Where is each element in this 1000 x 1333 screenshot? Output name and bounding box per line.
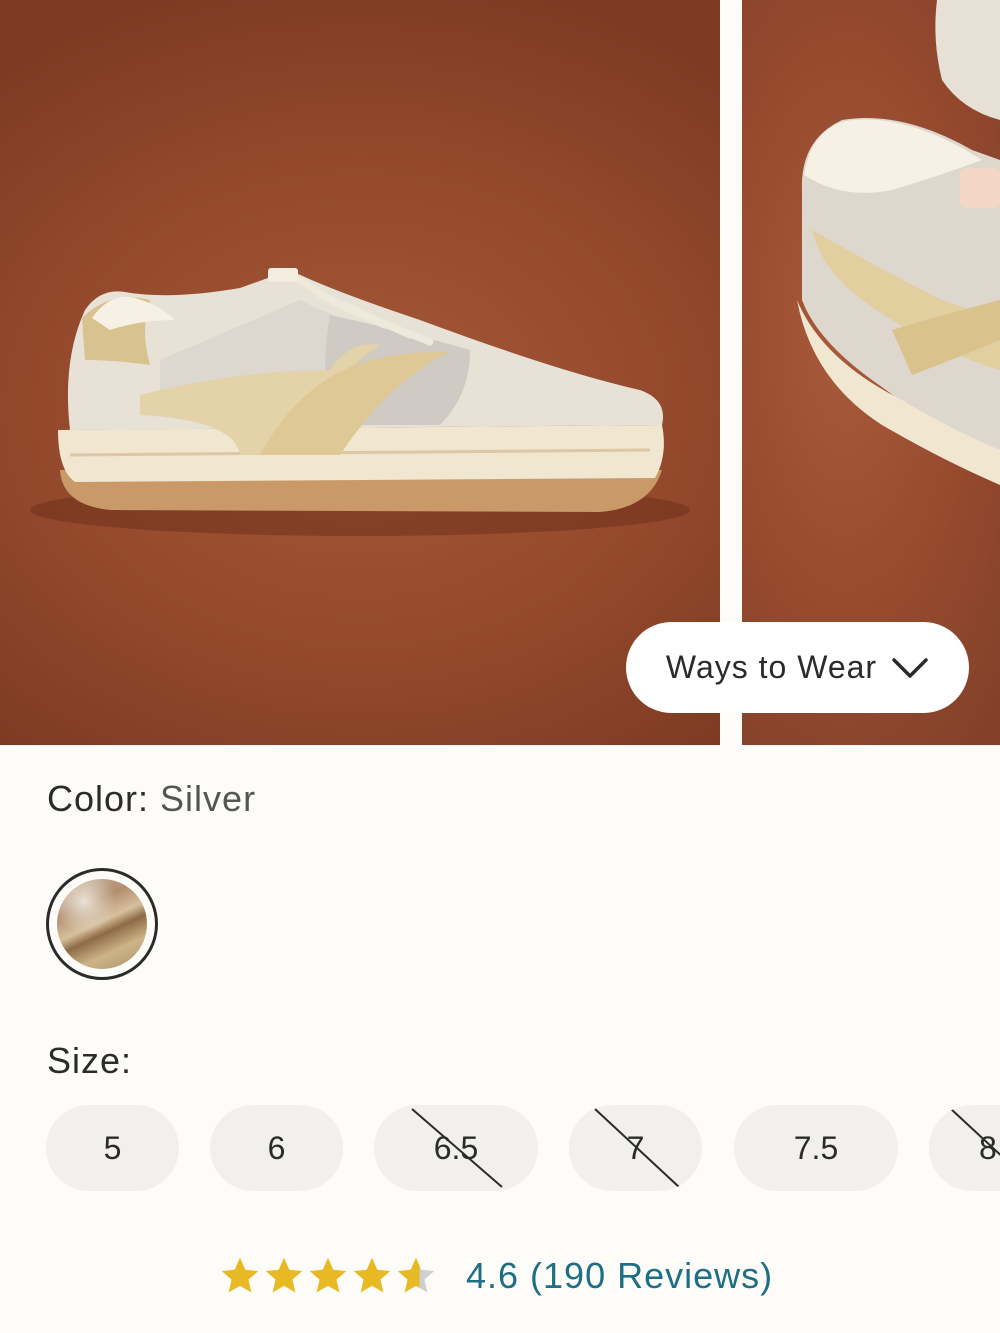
rating-reviews-link[interactable]: 4.6 (190 Reviews) — [466, 1255, 773, 1297]
unavailable-strike-icon — [594, 1108, 680, 1188]
size-option-label: 7.5 — [793, 1129, 839, 1166]
color-value: Silver — [160, 778, 257, 819]
ways-to-wear-button[interactable]: Ways to Wear — [626, 622, 969, 713]
product-image-side-view[interactable] — [0, 0, 720, 745]
size-option-7-5[interactable]: 7.5 — [734, 1105, 898, 1191]
size-option-5[interactable]: 5 — [46, 1105, 179, 1191]
color-label: Color: — [47, 778, 150, 819]
star-full-icon — [221, 1257, 259, 1293]
size-option-label: 5 — [103, 1129, 122, 1166]
size-option-7-unavailable[interactable]: 7 — [569, 1105, 702, 1191]
star-full-icon — [265, 1257, 303, 1293]
size-option-6-5-unavailable[interactable]: 6.5 — [374, 1105, 538, 1191]
size-option-8-unavailable[interactable]: 8 — [929, 1105, 1000, 1191]
star-full-icon — [353, 1257, 391, 1293]
size-option-label: 6 — [267, 1129, 286, 1166]
star-full-icon — [309, 1257, 347, 1293]
size-label: Size: — [47, 1040, 133, 1081]
sneaker-illustration — [30, 268, 690, 536]
chevron-down-icon — [892, 657, 928, 678]
product-image-gallery[interactable]: Ways to Wear — [0, 0, 1000, 745]
color-swatch-silver[interactable] — [46, 868, 158, 980]
color-selection-label: Color: Silver — [47, 778, 256, 820]
star-partial-icon — [397, 1257, 435, 1293]
product-rating[interactable]: 4.6 (190 Reviews) — [218, 1252, 773, 1300]
unavailable-strike-icon — [411, 1108, 503, 1188]
ways-to-wear-label: Ways to Wear — [665, 649, 878, 685]
size-options: 5 6 6.5 7 7.5 8 — [46, 1105, 1000, 1193]
unavailable-strike-icon — [950, 1108, 1000, 1156]
size-option-6[interactable]: 6 — [210, 1105, 343, 1191]
swatch-image — [57, 879, 147, 969]
